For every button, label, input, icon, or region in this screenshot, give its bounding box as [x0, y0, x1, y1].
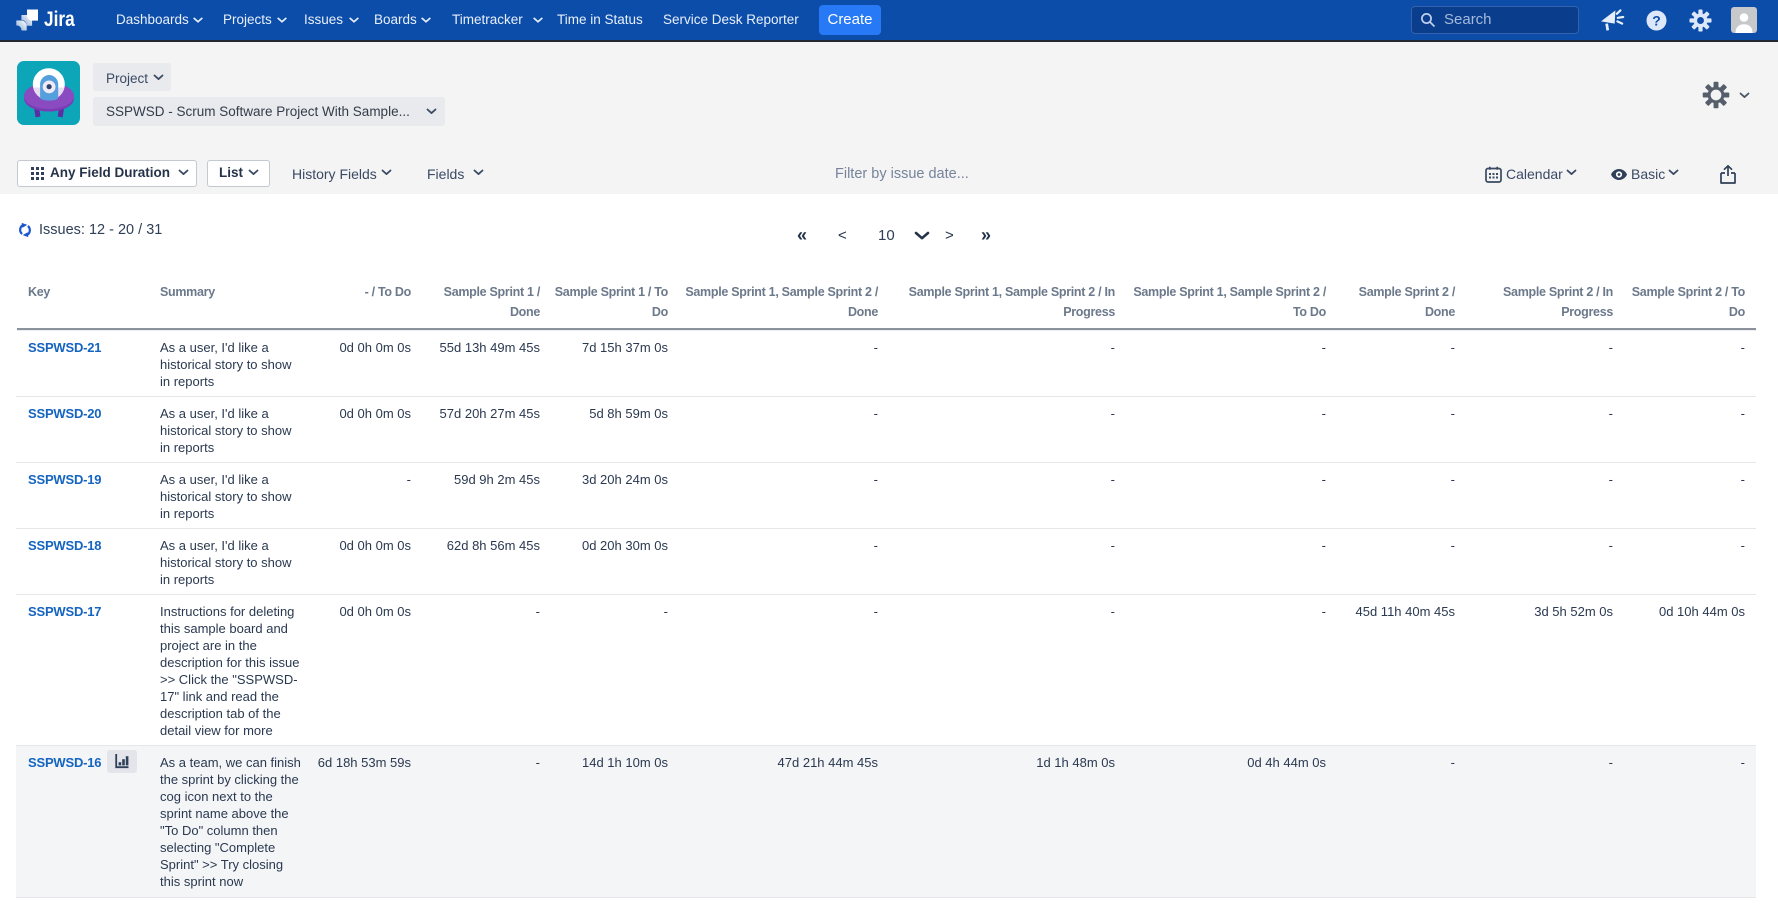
svg-text:?: ?: [1652, 12, 1661, 28]
